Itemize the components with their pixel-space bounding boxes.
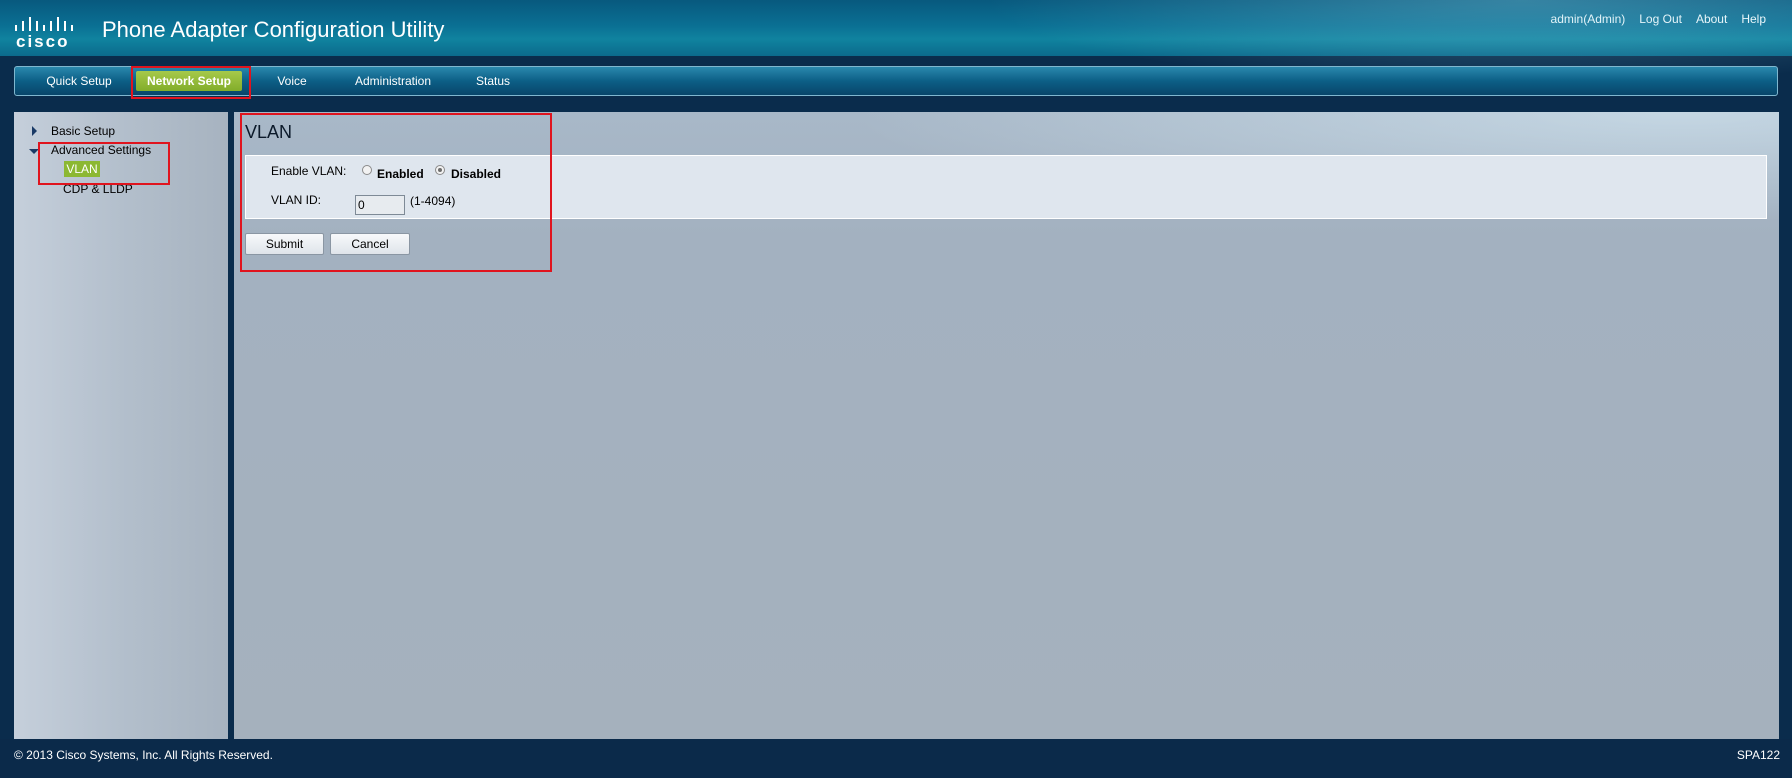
sidebar-item-advanced-settings[interactable]: Advanced Settings (51, 143, 151, 157)
copyright-text: © 2013 Cisco Systems, Inc. All Rights Re… (14, 748, 273, 762)
cancel-button[interactable]: Cancel (330, 233, 410, 255)
vlan-id-range: (1-4094) (410, 194, 456, 208)
vlan-id-label: VLAN ID: (271, 193, 322, 207)
user-link[interactable]: admin(Admin) (1551, 12, 1626, 26)
about-link[interactable]: About (1696, 12, 1727, 26)
sidebar: Basic Setup Advanced Settings VLAN CDP &… (14, 112, 228, 739)
page-title: VLAN (245, 122, 293, 142)
collapse-arrow-icon[interactable] (29, 149, 39, 154)
top-links: admin(Admin) Log Out About Help (1551, 12, 1766, 26)
content-panel: VLAN Enable VLAN: Enabled Disabled VLAN … (234, 112, 1779, 739)
logo-text: cisco (16, 32, 70, 51)
expand-arrow-icon[interactable] (32, 126, 37, 136)
app-window: cisco Phone Adapter Configuration Utilit… (0, 0, 1792, 778)
model-name: SPA122 (1736, 748, 1780, 762)
header: cisco Phone Adapter Configuration Utilit… (0, 0, 1792, 100)
enabled-radio[interactable] (362, 165, 372, 175)
tab-status[interactable]: Status (465, 71, 521, 91)
help-link[interactable]: Help (1741, 12, 1766, 26)
sidebar-item-cdp-lldp[interactable]: CDP & LLDP (63, 182, 133, 196)
disabled-radio-label[interactable]: Disabled (451, 167, 501, 181)
app-title: Phone Adapter Configuration Utility (102, 17, 445, 42)
cisco-logo: cisco (14, 16, 80, 51)
tab-voice[interactable]: Voice (267, 71, 317, 91)
vlan-form: Enable VLAN: Enabled Disabled VLAN ID: (… (245, 155, 1767, 219)
sidebar-item-basic-setup[interactable]: Basic Setup (51, 124, 115, 138)
tab-network-setup[interactable]: Network Setup (136, 71, 242, 91)
tab-quick-setup[interactable]: Quick Setup (29, 71, 129, 91)
main-tab-bar: Quick Setup Network Setup Voice Administ… (14, 66, 1778, 96)
submit-button[interactable]: Submit (245, 233, 324, 255)
footer: © 2013 Cisco Systems, Inc. All Rights Re… (0, 739, 1792, 778)
logout-link[interactable]: Log Out (1639, 12, 1682, 26)
vlan-id-input[interactable] (355, 195, 405, 215)
tab-administration[interactable]: Administration (345, 71, 441, 91)
enabled-radio-label[interactable]: Enabled (377, 167, 424, 181)
disabled-radio[interactable] (435, 165, 445, 175)
sidebar-item-vlan[interactable]: VLAN (64, 161, 100, 177)
enable-vlan-label: Enable VLAN: (271, 164, 347, 178)
